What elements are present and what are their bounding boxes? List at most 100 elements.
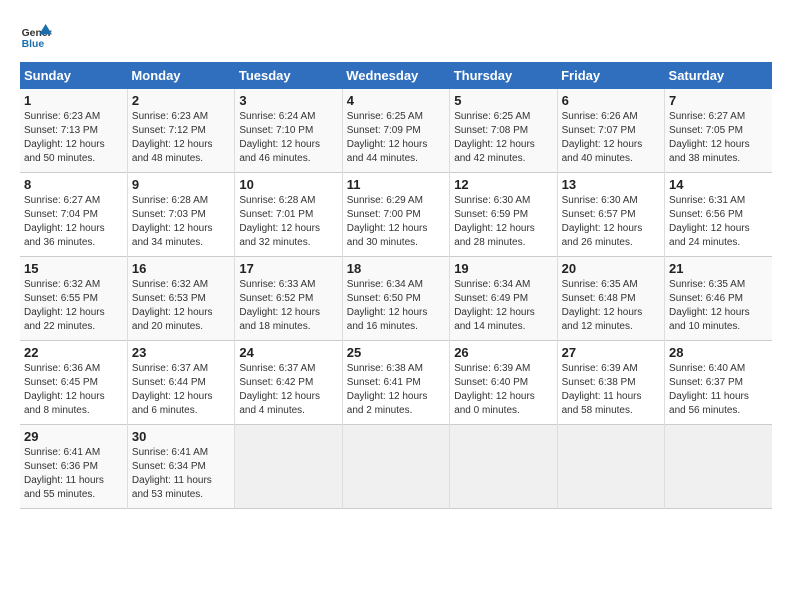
col-header-sunday: Sunday: [20, 62, 127, 89]
day-number: 9: [132, 177, 230, 192]
day-info: Sunrise: 6:25 AMSunset: 7:09 PMDaylight:…: [347, 110, 445, 166]
calendar-cell: 8 Sunrise: 6:27 AMSunset: 7:04 PMDayligh…: [20, 173, 127, 257]
day-number: 19: [454, 261, 552, 276]
day-info: Sunrise: 6:26 AMSunset: 7:07 PMDaylight:…: [562, 110, 660, 166]
day-number: 30: [132, 429, 230, 444]
calendar-table: SundayMondayTuesdayWednesdayThursdayFrid…: [20, 62, 772, 509]
calendar-week-4: 22 Sunrise: 6:36 AMSunset: 6:45 PMDaylig…: [20, 341, 772, 425]
day-number: 25: [347, 345, 445, 360]
calendar-cell: [665, 425, 772, 509]
day-info: Sunrise: 6:29 AMSunset: 7:00 PMDaylight:…: [347, 194, 445, 250]
day-info: Sunrise: 6:32 AMSunset: 6:55 PMDaylight:…: [24, 278, 123, 334]
day-number: 10: [239, 177, 337, 192]
day-info: Sunrise: 6:38 AMSunset: 6:41 PMDaylight:…: [347, 362, 445, 418]
day-info: Sunrise: 6:33 AMSunset: 6:52 PMDaylight:…: [239, 278, 337, 334]
day-info: Sunrise: 6:30 AMSunset: 6:57 PMDaylight:…: [562, 194, 660, 250]
logo: General Blue: [20, 20, 52, 52]
calendar-week-3: 15 Sunrise: 6:32 AMSunset: 6:55 PMDaylig…: [20, 257, 772, 341]
day-number: 26: [454, 345, 552, 360]
day-number: 16: [132, 261, 230, 276]
day-info: Sunrise: 6:41 AMSunset: 6:34 PMDaylight:…: [132, 446, 230, 502]
day-number: 11: [347, 177, 445, 192]
calendar-header-row: SundayMondayTuesdayWednesdayThursdayFrid…: [20, 62, 772, 89]
calendar-cell: 3 Sunrise: 6:24 AMSunset: 7:10 PMDayligh…: [235, 89, 342, 173]
day-number: 24: [239, 345, 337, 360]
day-info: Sunrise: 6:23 AMSunset: 7:12 PMDaylight:…: [132, 110, 230, 166]
calendar-cell: 9 Sunrise: 6:28 AMSunset: 7:03 PMDayligh…: [127, 173, 234, 257]
day-number: 5: [454, 93, 552, 108]
calendar-week-5: 29 Sunrise: 6:41 AMSunset: 6:36 PMDaylig…: [20, 425, 772, 509]
day-info: Sunrise: 6:40 AMSunset: 6:37 PMDaylight:…: [669, 362, 768, 418]
calendar-cell: 13 Sunrise: 6:30 AMSunset: 6:57 PMDaylig…: [557, 173, 664, 257]
day-info: Sunrise: 6:34 AMSunset: 6:49 PMDaylight:…: [454, 278, 552, 334]
day-info: Sunrise: 6:24 AMSunset: 7:10 PMDaylight:…: [239, 110, 337, 166]
day-number: 15: [24, 261, 123, 276]
calendar-cell: [450, 425, 557, 509]
col-header-monday: Monday: [127, 62, 234, 89]
calendar-cell: [235, 425, 342, 509]
day-number: 28: [669, 345, 768, 360]
calendar-cell: 12 Sunrise: 6:30 AMSunset: 6:59 PMDaylig…: [450, 173, 557, 257]
calendar-cell: 10 Sunrise: 6:28 AMSunset: 7:01 PMDaylig…: [235, 173, 342, 257]
calendar-cell: 6 Sunrise: 6:26 AMSunset: 7:07 PMDayligh…: [557, 89, 664, 173]
calendar-cell: [557, 425, 664, 509]
day-info: Sunrise: 6:35 AMSunset: 6:46 PMDaylight:…: [669, 278, 768, 334]
logo-icon: General Blue: [20, 20, 52, 52]
day-number: 1: [24, 93, 123, 108]
day-info: Sunrise: 6:31 AMSunset: 6:56 PMDaylight:…: [669, 194, 768, 250]
day-number: 23: [132, 345, 230, 360]
calendar-cell: 30 Sunrise: 6:41 AMSunset: 6:34 PMDaylig…: [127, 425, 234, 509]
calendar-cell: 16 Sunrise: 6:32 AMSunset: 6:53 PMDaylig…: [127, 257, 234, 341]
day-info: Sunrise: 6:27 AMSunset: 7:04 PMDaylight:…: [24, 194, 123, 250]
calendar-cell: [342, 425, 449, 509]
col-header-saturday: Saturday: [665, 62, 772, 89]
col-header-tuesday: Tuesday: [235, 62, 342, 89]
day-number: 13: [562, 177, 660, 192]
day-info: Sunrise: 6:30 AMSunset: 6:59 PMDaylight:…: [454, 194, 552, 250]
calendar-cell: 25 Sunrise: 6:38 AMSunset: 6:41 PMDaylig…: [342, 341, 449, 425]
day-number: 6: [562, 93, 660, 108]
day-number: 20: [562, 261, 660, 276]
day-info: Sunrise: 6:35 AMSunset: 6:48 PMDaylight:…: [562, 278, 660, 334]
day-info: Sunrise: 6:39 AMSunset: 6:40 PMDaylight:…: [454, 362, 552, 418]
calendar-cell: 28 Sunrise: 6:40 AMSunset: 6:37 PMDaylig…: [665, 341, 772, 425]
calendar-cell: 21 Sunrise: 6:35 AMSunset: 6:46 PMDaylig…: [665, 257, 772, 341]
calendar-cell: 26 Sunrise: 6:39 AMSunset: 6:40 PMDaylig…: [450, 341, 557, 425]
day-info: Sunrise: 6:32 AMSunset: 6:53 PMDaylight:…: [132, 278, 230, 334]
day-number: 4: [347, 93, 445, 108]
day-info: Sunrise: 6:27 AMSunset: 7:05 PMDaylight:…: [669, 110, 768, 166]
day-number: 18: [347, 261, 445, 276]
day-info: Sunrise: 6:23 AMSunset: 7:13 PMDaylight:…: [24, 110, 123, 166]
calendar-cell: 7 Sunrise: 6:27 AMSunset: 7:05 PMDayligh…: [665, 89, 772, 173]
calendar-cell: 24 Sunrise: 6:37 AMSunset: 6:42 PMDaylig…: [235, 341, 342, 425]
day-info: Sunrise: 6:28 AMSunset: 7:03 PMDaylight:…: [132, 194, 230, 250]
day-number: 12: [454, 177, 552, 192]
day-number: 8: [24, 177, 123, 192]
calendar-cell: 23 Sunrise: 6:37 AMSunset: 6:44 PMDaylig…: [127, 341, 234, 425]
day-number: 27: [562, 345, 660, 360]
col-header-wednesday: Wednesday: [342, 62, 449, 89]
day-info: Sunrise: 6:37 AMSunset: 6:42 PMDaylight:…: [239, 362, 337, 418]
day-number: 3: [239, 93, 337, 108]
calendar-cell: 11 Sunrise: 6:29 AMSunset: 7:00 PMDaylig…: [342, 173, 449, 257]
calendar-cell: 22 Sunrise: 6:36 AMSunset: 6:45 PMDaylig…: [20, 341, 127, 425]
calendar-cell: 14 Sunrise: 6:31 AMSunset: 6:56 PMDaylig…: [665, 173, 772, 257]
day-number: 29: [24, 429, 123, 444]
day-info: Sunrise: 6:36 AMSunset: 6:45 PMDaylight:…: [24, 362, 123, 418]
calendar-cell: 2 Sunrise: 6:23 AMSunset: 7:12 PMDayligh…: [127, 89, 234, 173]
day-info: Sunrise: 6:39 AMSunset: 6:38 PMDaylight:…: [562, 362, 660, 418]
day-number: 2: [132, 93, 230, 108]
calendar-cell: 17 Sunrise: 6:33 AMSunset: 6:52 PMDaylig…: [235, 257, 342, 341]
day-info: Sunrise: 6:34 AMSunset: 6:50 PMDaylight:…: [347, 278, 445, 334]
day-info: Sunrise: 6:41 AMSunset: 6:36 PMDaylight:…: [24, 446, 123, 502]
calendar-cell: 20 Sunrise: 6:35 AMSunset: 6:48 PMDaylig…: [557, 257, 664, 341]
col-header-friday: Friday: [557, 62, 664, 89]
calendar-week-2: 8 Sunrise: 6:27 AMSunset: 7:04 PMDayligh…: [20, 173, 772, 257]
page-header: General Blue: [20, 20, 772, 52]
calendar-cell: 5 Sunrise: 6:25 AMSunset: 7:08 PMDayligh…: [450, 89, 557, 173]
calendar-cell: 27 Sunrise: 6:39 AMSunset: 6:38 PMDaylig…: [557, 341, 664, 425]
calendar-cell: 4 Sunrise: 6:25 AMSunset: 7:09 PMDayligh…: [342, 89, 449, 173]
day-number: 14: [669, 177, 768, 192]
calendar-cell: 1 Sunrise: 6:23 AMSunset: 7:13 PMDayligh…: [20, 89, 127, 173]
calendar-cell: 29 Sunrise: 6:41 AMSunset: 6:36 PMDaylig…: [20, 425, 127, 509]
